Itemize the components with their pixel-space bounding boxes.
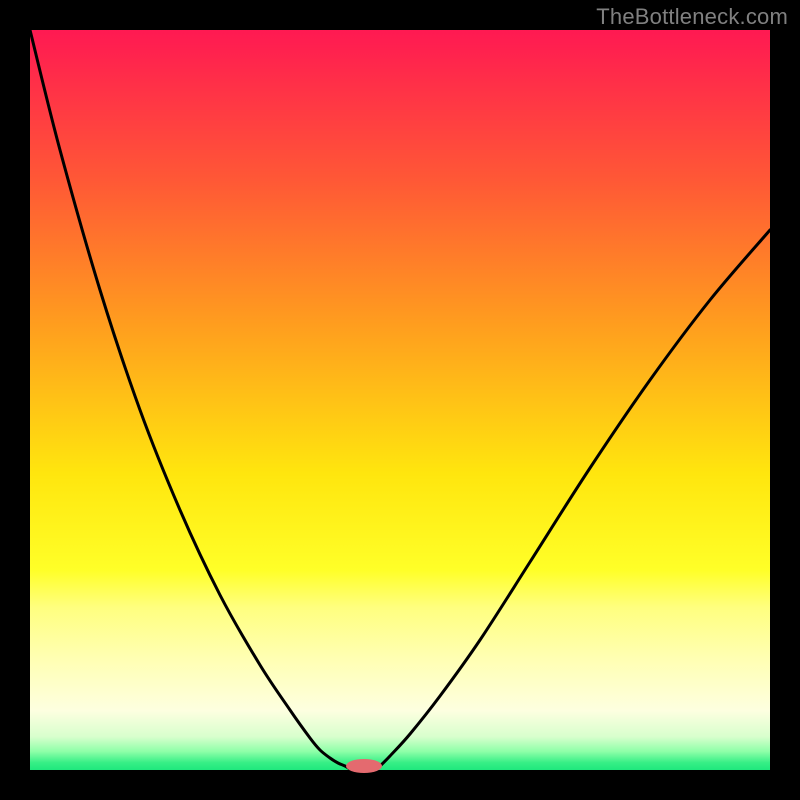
- watermark-text: TheBottleneck.com: [596, 4, 788, 30]
- marker-pill: [346, 759, 382, 773]
- plot-background: [30, 30, 770, 770]
- chart-svg: [0, 0, 800, 800]
- chart-container: TheBottleneck.com: [0, 0, 800, 800]
